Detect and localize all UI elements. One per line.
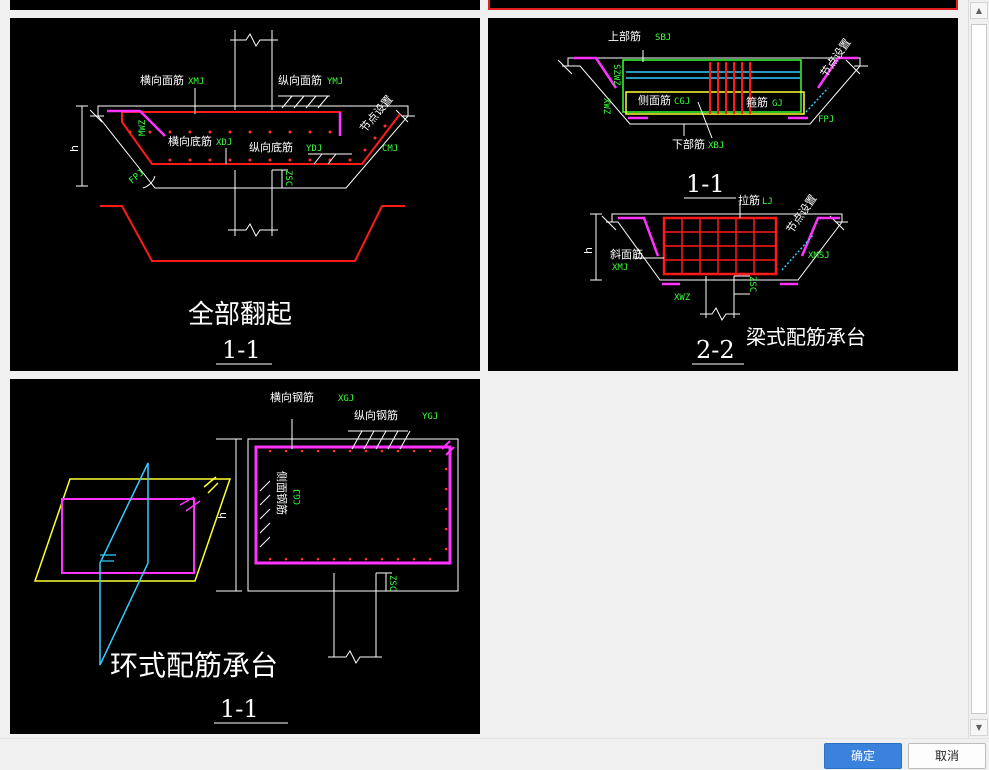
cgj-label: 侧面钢筋: [275, 471, 289, 515]
svg-text:XWZ: XWZ: [601, 98, 611, 115]
svg-text:CGJ: CGJ: [674, 97, 690, 107]
diagram-tile-partial-top-right-selected[interactable]: [488, 0, 958, 10]
ygj-label: 纵向钢筋: [354, 408, 398, 422]
svg-text:LJ: LJ: [762, 197, 773, 207]
svg-text:YGJ: YGJ: [422, 412, 438, 422]
svg-text:XBJ: XBJ: [708, 141, 724, 151]
svg-text:XMJ: XMJ: [612, 263, 628, 273]
xmj-label: 横向面筋: [140, 73, 184, 87]
vertical-scrollbar[interactable]: ▲ ▼: [968, 0, 989, 738]
svg-text:h: h: [216, 512, 229, 519]
tile-title: 全部翻起: [188, 300, 292, 330]
svg-text:MWZ: MWZ: [138, 119, 148, 136]
full-turnup-drawing: 横向面筋 XMJ 纵向面筋 YMJ 横向底筋 XDJ 纵向底筋 YDJ 节点设置…: [68, 30, 415, 365]
svg-text:h: h: [68, 145, 81, 152]
svg-text:XMSJ: XMSJ: [808, 251, 830, 261]
beam-reinforced-drawing: 上部筋 SBJ 侧面筋 CGJ 箍筋 GJ 下部筋 XBJ 节点设置 FPJ S…: [557, 29, 868, 365]
xgj-label: 横向钢筋: [270, 390, 314, 404]
svg-text:FPJ: FPJ: [818, 115, 834, 125]
svg-text:XDJ: XDJ: [216, 138, 232, 148]
ymj-label: 纵向面筋: [278, 73, 322, 87]
scrollbar-thumb[interactable]: [971, 24, 987, 714]
diagram-gallery: 横向面筋 XMJ 纵向面筋 YMJ 横向底筋 XDJ 纵向底筋 YDJ 节点设置…: [0, 0, 968, 738]
ring-reinforced-drawing: 横向钢筋 XGJ 纵向钢筋 YGJ 侧面钢筋 CGJ h ZSC 环式配筋承台 …: [33, 390, 459, 724]
section-label-1: 1-1: [686, 170, 725, 198]
ok-button[interactable]: 确定: [824, 743, 902, 769]
svg-text:XMJ: XMJ: [188, 77, 204, 87]
svg-text:ZSC: ZSC: [747, 276, 757, 292]
lj-label: 拉筋: [738, 193, 760, 207]
cancel-button[interactable]: 取消: [908, 743, 986, 769]
sbj-label: 上部筋: [608, 29, 641, 43]
xdj-label: 横向底筋: [168, 134, 212, 148]
svg-text:FPJ: FPJ: [128, 168, 147, 186]
diagram-tile-partial-top-left[interactable]: [10, 0, 480, 10]
cgj-label: 侧面筋: [638, 93, 671, 107]
svg-text:YMJ: YMJ: [327, 77, 343, 87]
dialog-footer: 确定 取消: [0, 738, 989, 770]
svg-text:SZWZ: SZWZ: [611, 64, 621, 86]
svg-text:h: h: [582, 247, 595, 254]
tile-title: 环式配筋承台: [110, 649, 278, 682]
svg-text:GJ: GJ: [772, 99, 783, 109]
scroll-down-icon[interactable]: ▼: [970, 719, 988, 736]
svg-text:SBJ: SBJ: [655, 33, 671, 43]
section-label: 1-1: [220, 695, 259, 723]
svg-text:XWZ: XWZ: [674, 293, 691, 303]
xmj-label: 斜面筋: [610, 247, 643, 261]
svg-text:XGJ: XGJ: [338, 394, 354, 404]
ydj-label: 纵向底筋: [249, 140, 293, 154]
scroll-up-icon[interactable]: ▲: [970, 2, 988, 19]
diagram-tile-full-turnup[interactable]: 横向面筋 XMJ 纵向面筋 YMJ 横向底筋 XDJ 纵向底筋 YDJ 节点设置…: [10, 18, 480, 371]
svg-text:ZSC: ZSC: [387, 575, 397, 591]
diagram-tile-beam-reinforced[interactable]: 上部筋 SBJ 侧面筋 CGJ 箍筋 GJ 下部筋 XBJ 节点设置 FPJ S…: [488, 18, 958, 371]
section-label-2: 2-2: [696, 336, 735, 364]
section-label: 1-1: [222, 336, 261, 364]
xbj-label: 下部筋: [672, 137, 705, 151]
svg-text:CGJ: CGJ: [293, 489, 303, 505]
diagram-tile-ring-reinforced[interactable]: 横向钢筋 XGJ 纵向钢筋 YGJ 侧面钢筋 CGJ h ZSC 环式配筋承台 …: [10, 379, 480, 734]
rebar-style-dialog: 横向面筋 XMJ 纵向面筋 YMJ 横向底筋 XDJ 纵向底筋 YDJ 节点设置…: [0, 0, 989, 770]
tile-title: 梁式配筋承台: [746, 325, 866, 349]
svg-text:CMJ: CMJ: [382, 144, 398, 154]
svg-text:YDJ: YDJ: [306, 144, 322, 154]
gj-label: 箍筋: [746, 95, 768, 109]
svg-text:ZSC: ZSC: [283, 170, 293, 186]
